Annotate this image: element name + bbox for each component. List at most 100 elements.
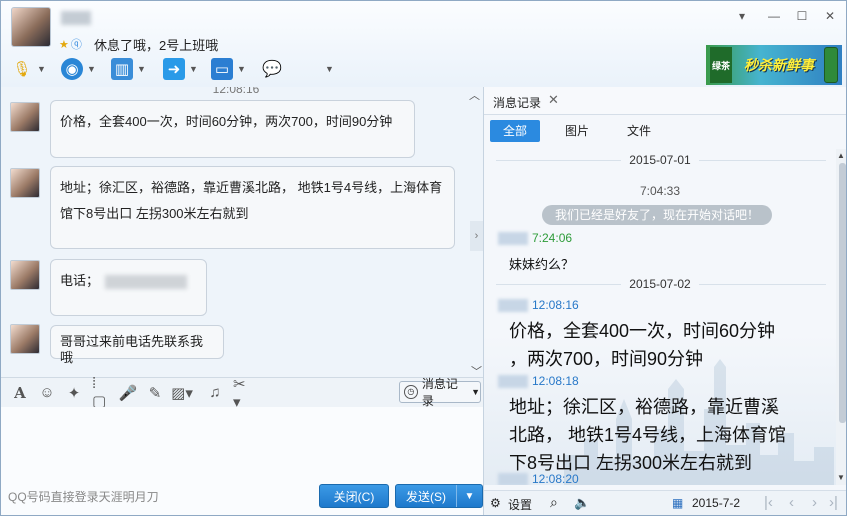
speaker-icon[interactable]: 🔈 [574,495,590,511]
chat-add-icon: 💬 [262,61,282,78]
gif-icon[interactable]: ⁞▢ [92,375,110,410]
font-icon[interactable]: A [11,384,29,402]
history-message-text: 妹妹约么？ [509,257,575,272]
apps-button[interactable]: ▼ [299,56,335,82]
history-text-line: ，两次700，时间90分钟 [509,349,704,369]
message-history-label: 消息记录 [421,377,458,408]
history-text-line: 地址；徐汇区，裕德路，靠近曹溪 [509,397,779,417]
sender-avatar[interactable] [10,260,40,290]
voice-call-button[interactable]: 🎙 ▼ [11,56,47,82]
message-time: 12:08:16 [532,298,579,312]
video-call-button[interactable]: ◉ ▼ [61,56,97,82]
prev-page-icon[interactable]: ‹ [789,494,794,511]
message-time: 7:04:33 [639,184,681,198]
message-bubble[interactable]: 电话； [50,259,207,316]
shake-icon[interactable]: ✦ [65,384,83,402]
sender-name-blurred [498,473,528,485]
close-window-button[interactable]: ✕ [823,9,837,23]
next-page-icon[interactable]: › [812,494,817,511]
send-label: 发送(S) [406,489,446,504]
chevron-right-icon: › [474,230,479,242]
screenshot-icon[interactable]: ✂▾ [233,376,251,411]
settings-gear-icon[interactable]: ⚙ [490,496,501,510]
message-time: 12:08:18 [532,374,579,388]
minimize-button[interactable]: — [767,9,781,23]
sender-avatar[interactable] [10,168,40,198]
chevron-down-icon: ▼ [471,387,480,397]
filter-images[interactable]: 图片 [552,120,602,142]
doodle-icon[interactable]: ✎ [146,384,164,402]
scroll-up-arrow-icon[interactable]: ▲ [837,151,845,160]
contact-avatar[interactable] [11,7,51,47]
ad-logo: 绿茶 [710,47,732,83]
collapse-panel-button[interactable]: › [470,221,483,251]
message-history-button[interactable]: ◷ 消息记录 ▼ [399,377,481,408]
sender-avatar[interactable] [10,324,40,354]
send-options-dropdown[interactable]: ▼ [456,485,482,507]
message-bubble[interactable]: 哥哥过来前电话先联系我哦 [50,325,224,365]
message-time: 12:08:20 [532,472,579,485]
message-text: 哥哥过来前电话先联系我哦 [60,334,204,365]
chevron-down-icon[interactable]: ﹀ [471,363,482,377]
message-bubble[interactable]: 地址；徐汇区，裕德路，靠近曹溪北路， 地铁1号4号线，上海体育 馆下8号出口 左… [50,166,455,249]
send-file-button[interactable]: ➜ ▼ [163,56,199,82]
close-button[interactable]: 关闭(C) [319,484,389,508]
clock-icon: ◷ [404,385,418,399]
remote-assist-button[interactable]: ▥ ▼ [111,56,147,82]
maximize-button[interactable]: ☐ [795,9,809,23]
create-discussion-button[interactable]: 💬 [261,56,283,82]
screen-share-button[interactable]: ▭ ▼ [211,56,247,82]
folder-icon: ➜ [163,58,185,80]
history-message-text: 地址；徐汇区，裕德路，靠近曹溪 北路， 地铁1号4号线，上海体育馆 下8号出口 … [509,393,786,477]
ad-hint-text[interactable]: QQ号码直接登录天涯明月刀 [8,488,159,505]
last-page-icon[interactable]: ›| [829,494,838,511]
message-time: 12:08:16 [212,87,260,96]
history-panel: 消息记录 ✕ 全部 图片 文件 2015-07-01 7:04:33 我们已经是… [483,87,846,515]
history-list[interactable]: 2015-07-01 7:04:33 我们已经是好友了，现在开始对话吧！ 7:2… [484,149,836,485]
microphone-icon: 🎙 [12,61,32,78]
chevron-down-icon: ▼ [189,64,198,74]
history-date[interactable]: 2015-7-2 [692,496,740,510]
scrollbar-thumb[interactable] [839,163,846,423]
system-message: 我们已经是好友了，现在开始对话吧！ [542,205,772,225]
calendar-icon[interactable]: ▦ [672,496,683,510]
scroll-down-arrow-icon[interactable]: ▼ [837,473,845,482]
chevron-down-icon: ▼ [137,64,146,74]
sender-avatar[interactable] [10,102,40,132]
contact-nickname-blurred [61,11,91,25]
close-tab-icon[interactable]: ✕ [548,92,559,108]
phone-number-blurred [105,274,188,289]
chevron-down-icon: ▼ [237,64,246,74]
ad-banner[interactable]: 绿茶 秒杀新鲜事 [706,45,842,85]
date-separator: 2015-07-01 [484,153,836,167]
message-bubble[interactable]: 价格，全套400一次，时间60分钟，两次700，时间90分钟 [50,100,415,158]
chevron-up-icon[interactable]: ︿ [469,87,480,103]
first-page-icon[interactable]: |‹ [764,494,773,511]
qq-chat-window: ★ ⓠ 休息了哦，2号上班哦 ▾ — ☐ ✕ 🎙 ▼ ◉ ▼ ▥ ▼ ➜ ▼ ▭ ▼ 💬 ▼ [0,0,847,516]
search-icon[interactable]: ⌕ [550,494,558,511]
voice-message-icon[interactable]: 🎤 [119,384,138,402]
chevron-down-icon: ▼ [37,64,46,74]
history-scrollbar[interactable]: ▲ ▼ [836,149,846,485]
settings-label[interactable]: 设置 [508,496,532,513]
send-button[interactable]: 发送(S) ▼ [395,484,483,508]
history-tab-label: 消息记录 [493,96,542,110]
chat-message-area[interactable]: 12:08:16 ︿ 价格，全套400一次，时间60分钟，两次700，时间90分… [1,87,483,377]
date-label: 2015-07-01 [621,153,699,167]
monitor-icon: ▭ [211,58,233,80]
bottle-icon [824,47,838,83]
chevron-down-icon: ▼ [325,64,334,74]
apps-grid-icon [299,58,321,80]
camera-icon: ◉ [61,58,83,80]
emoji-icon[interactable]: ☺ [38,384,56,402]
history-message-text: 价格，全套400一次，时间60分钟 ，两次700，时间90分钟 [509,317,775,373]
filter-files[interactable]: 文件 [614,120,664,142]
message-time: 7:24:06 [532,231,573,245]
history-footer: ⚙ 设置 ⌕ 🔈 ▦ 2015-7-2 |‹ ‹ › ›| [484,490,846,515]
contact-signature: 休息了哦，2号上班哦 [94,38,219,53]
image-icon[interactable]: ▨▾ [171,384,193,402]
menu-dropdown-icon[interactable]: ▾ [735,9,749,23]
music-icon[interactable]: ♫ [206,384,224,402]
history-tab[interactable]: 消息记录 ✕ [484,87,846,115]
filter-all[interactable]: 全部 [490,120,541,142]
